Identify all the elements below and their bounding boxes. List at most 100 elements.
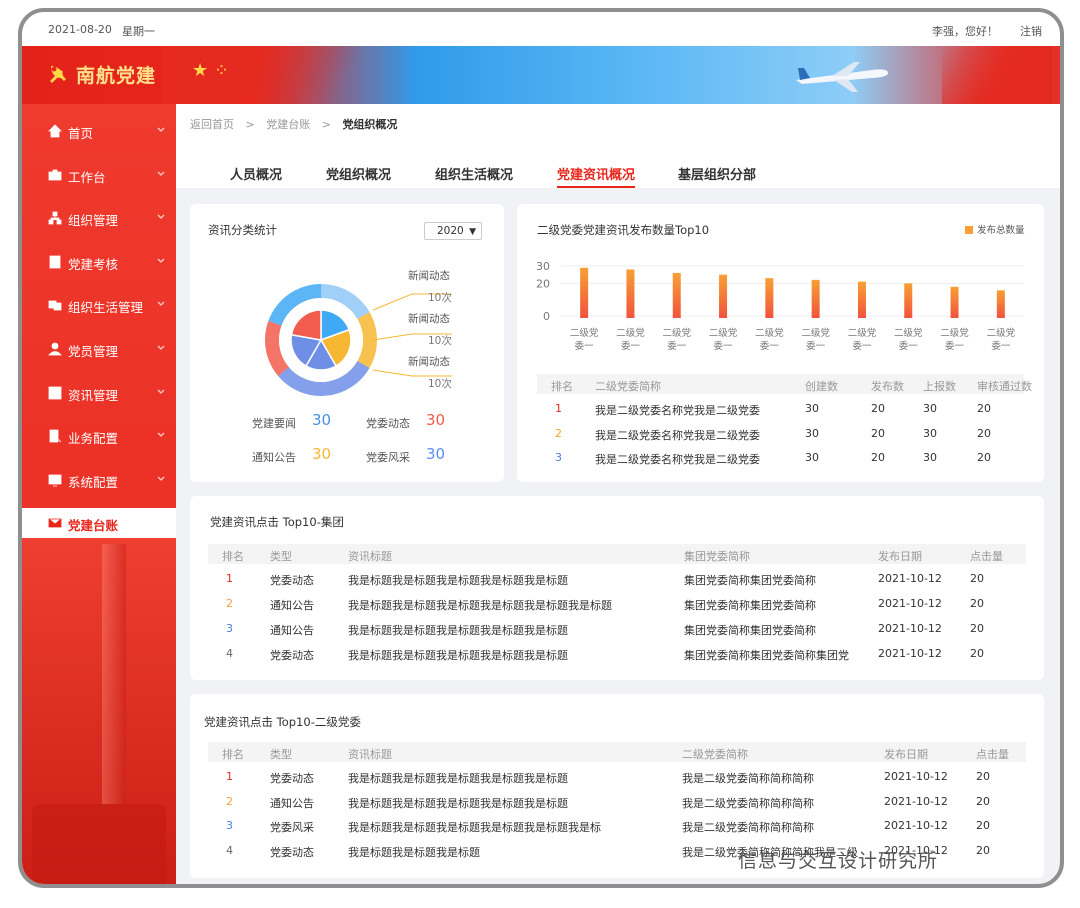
table-row[interactable]: 3 我是二级党委名称党我是二级党委 30 20 30 20 <box>537 447 1024 471</box>
sidebar-item-2[interactable]: 组织管理 <box>22 203 176 233</box>
current-date: 2021-08-20 <box>48 23 112 36</box>
sidebar-item-label: 党建台账 <box>68 518 119 534</box>
breadcrumb-parent[interactable]: 党建台账 <box>266 118 310 131</box>
flag-decoration <box>942 46 1052 104</box>
logout-link[interactable]: 注销 <box>1020 23 1042 39</box>
group_table-header-3: 集团党委简称 <box>684 550 750 563</box>
x-tick-label: 委一 <box>760 340 780 352</box>
rank_table-cell: 20 <box>871 426 885 440</box>
rank_table-header-5: 审核通过数 <box>977 380 1032 393</box>
sidebar-item-7[interactable]: 业务配置 <box>22 421 176 451</box>
second_table-cell: 2 <box>226 794 233 808</box>
bar-8 <box>950 286 959 318</box>
bar-9 <box>996 290 1005 318</box>
second_table-cell: 党委风采 <box>270 821 314 834</box>
second_table-cell: 我是标题我是标题我是标题 <box>348 845 480 859</box>
table-row[interactable]: 3 通知公告 我是标题我是标题我是标题我是标题我是标题 集团党委简称集团党委简称 202… <box>208 618 1026 642</box>
brand-logo[interactable]: 南航党建 <box>46 61 156 88</box>
rank_table-cell: 我是二级党委名称党我是二级党委 <box>595 453 760 466</box>
rank_table-cell: 20 <box>977 402 991 415</box>
group_table-cell: 2 <box>226 597 233 610</box>
table-row[interactable]: 1 党委动态 我是标题我是标题我是标题我是标题我是标题 集团党委简称集团党委简称 202… <box>208 568 1026 592</box>
x-tick-label: 委一 <box>852 340 872 352</box>
bar-1 <box>626 269 635 318</box>
sidebar-item-4[interactable]: 组织生活管理 <box>22 290 176 320</box>
rank_table-cell: 20 <box>977 451 991 464</box>
table-row[interactable]: 2 通知公告 我是标题我是标题我是标题我是标题我是标题我是标题 集团党委简称集团党委简… <box>208 593 1026 617</box>
second_table-header-2: 资讯标题 <box>348 748 392 761</box>
chevron-down-icon <box>157 214 165 220</box>
home-icon <box>48 124 62 138</box>
stat-value: 30 <box>426 445 446 463</box>
header-banner: 南航党建 ★ ⁘ <box>22 46 1060 104</box>
tab-3[interactable]: 党建资讯概况 <box>557 154 636 188</box>
sidebar-item-1[interactable]: 工作台 <box>22 160 176 190</box>
table-row[interactable]: 1 我是二级党委名称党我是二级党委 30 20 30 20 <box>537 398 1024 422</box>
second_table-header-4: 发布日期 <box>884 748 928 761</box>
monument-decoration <box>102 544 126 804</box>
table-row[interactable]: 3 党委风采 我是标题我是标题我是标题我是标题我是标题我是标 我是二级党委简称简称简称… <box>208 815 1026 839</box>
pie-callout-count: 10次 <box>428 378 452 390</box>
y-tick-label: 0 <box>543 310 550 323</box>
group_table-header-0: 排名 <box>222 550 244 563</box>
year-select-value: 2020 <box>437 225 464 237</box>
x-tick-label: 委一 <box>899 340 919 352</box>
tab-bar: 人员概况 党组织概况 组织生活概况 党建资讯概况 基层组织分部 <box>176 154 1060 188</box>
table-row[interactable]: 4 党委动态 我是标题我是标题我是标题我是标题我是标题 集团党委简称集团党委简称集团党… <box>208 643 1026 667</box>
group_table-cell: 我是标题我是标题我是标题我是标题我是标题 <box>348 649 568 662</box>
second_table-cell: 我是标题我是标题我是标题我是标题我是标题我是标 <box>348 821 601 834</box>
x-tick-label: 二级党 <box>894 327 923 339</box>
table-row[interactable]: 2 通知公告 我是标题我是标题我是标题我是标题我是标题 我是二级党委简称简称简称 202… <box>208 791 1026 815</box>
tab-0[interactable]: 人员概况 <box>230 154 282 188</box>
org-icon <box>48 211 62 225</box>
star-decoration-icon: ★ ⁘ <box>192 60 229 81</box>
year-select[interactable]: 2020 ▼ <box>424 222 482 240</box>
group_table-header-5: 点击量 <box>970 550 1003 563</box>
group_table-cell: 党委动态 <box>270 574 314 587</box>
sidebar-item-6[interactable]: 资讯管理 <box>22 378 176 408</box>
group_table-header-4: 发布日期 <box>878 550 922 563</box>
group_table-cell: 2021-10-12 <box>878 622 942 635</box>
assessment-icon <box>49 255 61 269</box>
group_table-cell: 我是标题我是标题我是标题我是标题我是标题我是标题 <box>348 599 612 612</box>
second_table-header-0: 排名 <box>222 748 244 761</box>
x-tick-label: 二级党 <box>709 327 738 339</box>
second_table-cell: 20 <box>976 770 990 783</box>
sidebar-item-0[interactable]: 首页 <box>22 116 176 146</box>
stat-label: 通知公告 <box>252 451 296 464</box>
tab-2[interactable]: 组织生活概况 <box>435 154 513 188</box>
device-frame: 2021-08-20 星期一 李强，您好！ 注销 南航党建 ★ ⁘ 首页 工作台组… <box>18 8 1064 888</box>
bar-chart-legend: 发布总数量 <box>965 222 1025 236</box>
sidebar-item-5[interactable]: 党员管理 <box>22 334 176 364</box>
x-tick-label: 二级党 <box>662 327 691 339</box>
sidebar-item-8[interactable]: 系统配置 <box>22 465 176 495</box>
group-click-title: 党建资讯点击 Top10-集团 <box>210 515 344 529</box>
x-tick-label: 委一 <box>806 340 826 352</box>
sidebar-item-3[interactable]: 党建考核 <box>22 247 176 277</box>
x-tick-label: 二级党 <box>940 327 969 339</box>
group_table-header-2: 资讯标题 <box>348 550 392 563</box>
chevron-down-icon <box>157 389 165 394</box>
table-row[interactable]: 1 党委动态 我是标题我是标题我是标题我是标题我是标题 我是二级党委简称简称简称 202… <box>208 766 1026 790</box>
second_table-cell: 2021-10-12 <box>884 819 948 832</box>
second_table-cell: 党委动态 <box>270 845 314 859</box>
rank_table-header-2: 创建数 <box>805 380 838 393</box>
chevron-down-icon <box>157 171 165 176</box>
sidebar-item-9[interactable]: 党建台账 <box>22 508 176 539</box>
top10-bar-card: 二级党委党建资讯发布数量Top10 发布总数量 30 20 0 二级党 委一 二级党 委一二… <box>517 204 1044 482</box>
second_table-cell: 2021-10-12 <box>884 794 948 808</box>
rank_table-cell: 20 <box>977 426 991 440</box>
second_table-cell: 我是标题我是标题我是标题我是标题我是标题 <box>348 772 568 785</box>
rank_table-cell: 20 <box>871 402 885 415</box>
group_table-cell: 2021-10-12 <box>878 647 942 660</box>
tab-4[interactable]: 基层组织分部 <box>678 154 756 188</box>
table-row[interactable]: 2 我是二级党委名称党我是二级党委 30 20 30 20 <box>537 423 1024 447</box>
group_table-cell: 20 <box>970 622 984 635</box>
chevron-down-icon <box>157 301 165 307</box>
sidebar-item-label: 资讯管理 <box>68 387 119 403</box>
x-tick-label: 委一 <box>575 340 595 352</box>
tab-1[interactable]: 党组织概况 <box>326 154 391 188</box>
breadcrumb-home[interactable]: 返回首页 <box>190 118 234 131</box>
watermark-text: 信息与交互设计研究所 <box>738 850 939 872</box>
group-icon <box>48 300 62 311</box>
